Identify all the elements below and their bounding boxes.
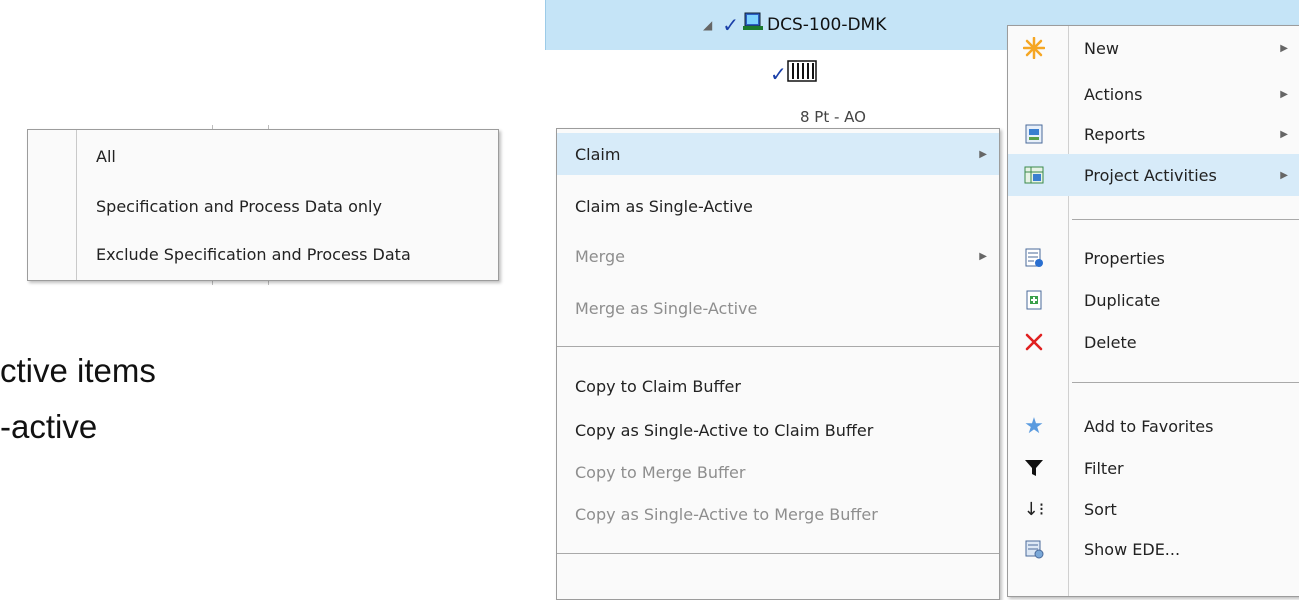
slide-text-line: -active (0, 408, 98, 445)
menu-item-label: Show EDE... (1084, 539, 1181, 559)
menu-item-copy-claim-buffer[interactable]: Copy to Claim Buffer (575, 365, 999, 407)
reports-icon (1022, 122, 1046, 146)
menu-item-label: Delete (1084, 332, 1137, 352)
favorites-star-icon: ★ (1024, 413, 1044, 439)
menu-item-claim-all[interactable]: All (96, 136, 498, 176)
menu-item-label: Merge (575, 246, 625, 266)
properties-icon (1022, 246, 1046, 270)
menu-item-label: Claim (575, 144, 621, 164)
menu-item-actions[interactable]: Actions ▶ (1008, 74, 1299, 114)
filter-icon (1022, 456, 1046, 480)
submenu-arrow-icon: ▶ (1280, 169, 1288, 181)
rack-icon (787, 60, 817, 87)
menu-item-label: Reports (1084, 124, 1146, 144)
menu-item-copy-single-active-claim-buffer[interactable]: Copy as Single-Active to Claim Buffer (575, 409, 999, 451)
checkmark-icon: ✓ (722, 12, 739, 37)
context-menu: New ▶ Actions ▶ Reports ▶ Project Activi… (1007, 25, 1299, 597)
menu-separator (557, 346, 999, 347)
menu-item-claim-single-active[interactable]: Claim as Single-Active (575, 185, 999, 227)
menu-item-copy-merge-buffer[interactable]: Copy to Merge Buffer (575, 451, 999, 493)
claim-submenu: All Specification and Process Data only … (27, 129, 499, 281)
menu-item-label: Copy as Single-Active to Claim Buffer (575, 420, 874, 440)
submenu-arrow-icon: ▶ (979, 148, 987, 160)
tree-child-node[interactable]: ✓ (770, 60, 817, 87)
menu-item-label: Filter (1084, 458, 1124, 478)
project-activities-icon (1022, 163, 1046, 187)
project-activities-submenu: Claim ▶ Claim as Single-Active Merge ▶ M… (556, 128, 1000, 600)
submenu-arrow-icon: ▶ (1280, 128, 1288, 140)
menu-item-label: Specification and Process Data only (96, 196, 382, 216)
submenu-arrow-icon: ▶ (1280, 42, 1288, 54)
menu-item-label: Claim as Single-Active (575, 196, 753, 216)
menu-item-label: Duplicate (1084, 290, 1161, 310)
menu-item-label: Actions (1084, 84, 1143, 104)
menu-separator (1072, 382, 1299, 383)
show-ede-icon (1022, 537, 1046, 561)
menu-item-label: Sort (1084, 499, 1117, 519)
submenu-arrow-icon: ▶ (979, 250, 987, 262)
menu-item-properties[interactable]: Properties (1008, 238, 1299, 278)
menu-item-sort[interactable]: ↓⁝ Sort (1008, 489, 1299, 529)
menu-item-claim-spec-process-only[interactable]: Specification and Process Data only (96, 186, 498, 226)
menu-item-merge-single-active[interactable]: Merge as Single-Active (575, 287, 999, 329)
menu-item-label: Exclude Specification and Process Data (96, 244, 411, 264)
slide-text-line: ctive items (0, 352, 156, 389)
delete-icon (1022, 330, 1046, 354)
menu-separator (557, 553, 999, 554)
menu-item-show-ede[interactable]: Show EDE... (1008, 529, 1299, 569)
menu-item-label: Merge as Single-Active (575, 298, 758, 318)
submenu-arrow-icon: ▶ (1280, 88, 1288, 100)
menu-gutter (28, 130, 77, 280)
menu-item-label: Add to Favorites (1084, 416, 1214, 436)
menu-item-label: Properties (1084, 248, 1165, 268)
menu-item-copy-single-active-merge-buffer[interactable]: Copy as Single-Active to Merge Buffer (575, 493, 999, 535)
tree-node[interactable]: ◢ ✓ DCS-100-DMK (703, 12, 886, 37)
menu-item-new[interactable]: New ▶ (1008, 28, 1299, 68)
device-icon (743, 12, 763, 37)
menu-item-project-activities[interactable]: Project Activities ▶ (1008, 154, 1299, 196)
sort-icon: ↓⁝ (1023, 498, 1045, 520)
menu-item-reports[interactable]: Reports ▶ (1008, 114, 1299, 154)
menu-item-label: Project Activities (1084, 165, 1217, 185)
menu-item-claim-exclude-spec-process[interactable]: Exclude Specification and Process Data (96, 234, 498, 274)
new-star-icon (1022, 36, 1046, 60)
tree-peek-label: 8 Pt - AO (800, 108, 866, 126)
menu-item-label: New (1084, 38, 1119, 58)
menu-item-label: Copy to Merge Buffer (575, 462, 746, 482)
checkmark-icon: ✓ (770, 61, 787, 86)
menu-separator (1072, 219, 1299, 220)
menu-item-duplicate[interactable]: Duplicate (1008, 280, 1299, 320)
menu-item-merge[interactable]: Merge ▶ (575, 235, 999, 277)
menu-item-label: All (96, 146, 116, 166)
menu-item-label: Copy as Single-Active to Merge Buffer (575, 504, 878, 524)
collapse-arrow-icon[interactable]: ◢ (703, 18, 712, 32)
menu-item-claim[interactable]: Claim ▶ (557, 133, 999, 175)
tree-node-label: DCS-100-DMK (767, 14, 887, 35)
menu-item-filter[interactable]: Filter (1008, 448, 1299, 488)
menu-item-delete[interactable]: Delete (1008, 322, 1299, 362)
menu-item-add-favorites[interactable]: ★ Add to Favorites (1008, 406, 1299, 446)
menu-item-label: Copy to Claim Buffer (575, 376, 741, 396)
duplicate-icon (1022, 288, 1046, 312)
